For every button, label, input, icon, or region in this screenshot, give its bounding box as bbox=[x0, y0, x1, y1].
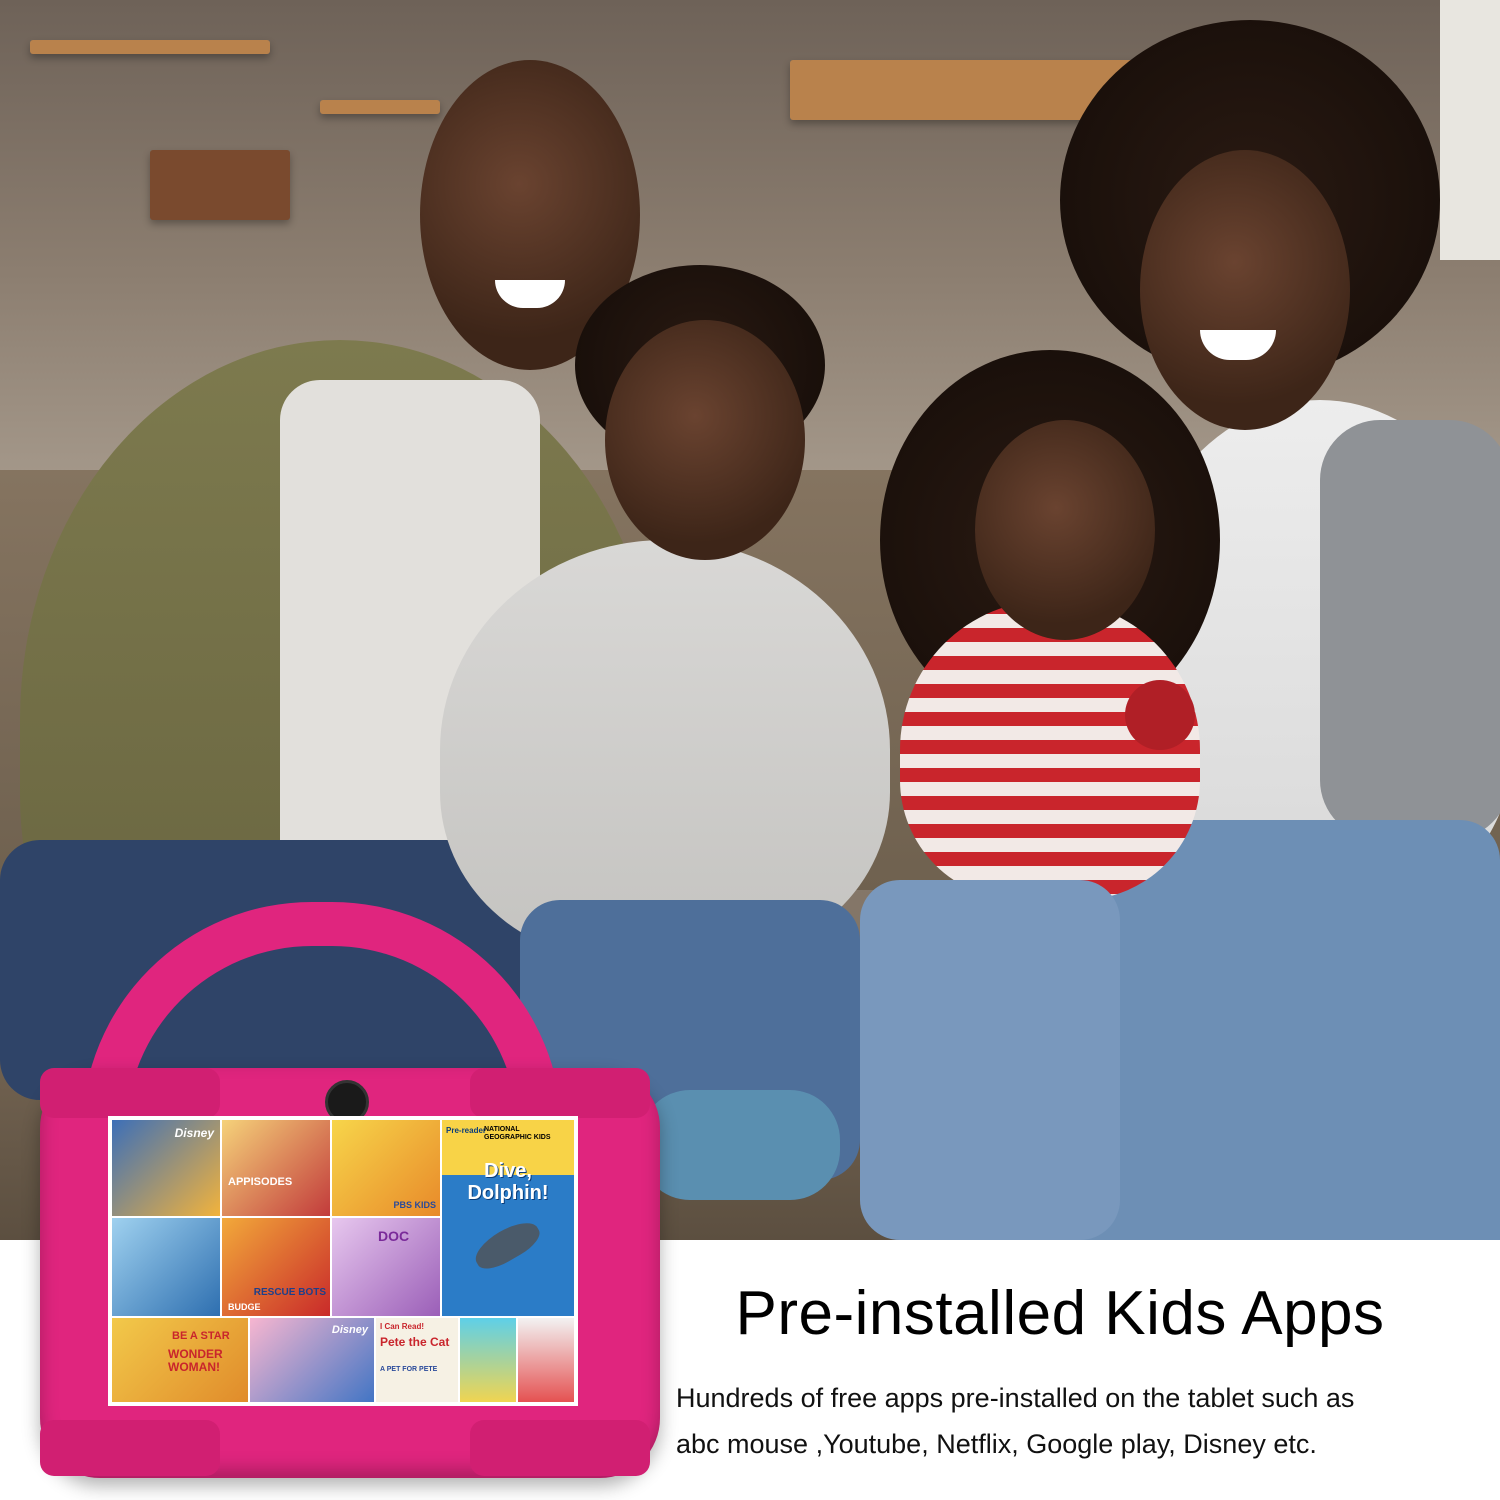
app-tile-rescue-bots[interactable]: BUDGE RESCUE BOTS bbox=[222, 1218, 330, 1316]
app-tile-doc-mcstuffins[interactable]: DOC bbox=[332, 1218, 440, 1316]
disney-logo: Disney bbox=[331, 1324, 368, 1336]
tablet-screen: Disney APPISODES PBS KIDS Pre-reader NAT… bbox=[108, 1116, 578, 1406]
app-tile-wonder-woman[interactable]: BE A STAR WONDER WOMAN! bbox=[112, 1318, 248, 1402]
disney-logo: Disney bbox=[174, 1126, 214, 1140]
mother-sleeve bbox=[1320, 420, 1500, 840]
wall-shelf bbox=[320, 100, 440, 114]
app-tile-dr-panda[interactable] bbox=[518, 1318, 574, 1402]
case-corner-bump bbox=[40, 1420, 220, 1476]
pet-for-pete-label: A PET FOR PETE bbox=[380, 1366, 438, 1373]
budge-label: BUDGE bbox=[228, 1302, 261, 1312]
case-corner-bump bbox=[470, 1420, 650, 1476]
description: Hundreds of free apps pre-installed on t… bbox=[676, 1375, 1476, 1467]
case-corner-bump bbox=[470, 1068, 650, 1118]
app-tile-toy-story[interactable]: Disney bbox=[112, 1120, 220, 1216]
wonder-woman-label: WONDER WOMAN! bbox=[168, 1347, 223, 1374]
app-tile-minnie-stitch[interactable]: Disney bbox=[250, 1318, 374, 1402]
description-line-1: Hundreds of free apps pre-installed on t… bbox=[676, 1383, 1355, 1413]
wall-shelf bbox=[150, 150, 290, 220]
window-light bbox=[1440, 0, 1500, 260]
rescue-bots-label: RESCUE BOTS bbox=[253, 1287, 326, 1298]
boy-head bbox=[605, 320, 805, 560]
i-can-read-label: I Can Read! bbox=[380, 1322, 425, 1331]
doc-label: DOC bbox=[378, 1228, 410, 1244]
dive-dolphin-title: Dive, Dolphin! bbox=[467, 1160, 549, 1204]
dolphin-shape bbox=[469, 1214, 545, 1276]
pete-the-cat-title: Pete the Cat bbox=[380, 1335, 450, 1349]
app-tile-elena[interactable]: APPISODES bbox=[222, 1120, 330, 1216]
girl-jeans bbox=[860, 880, 1120, 1240]
girl-dress bbox=[900, 600, 1200, 900]
app-tile-dive-dolphin[interactable]: Pre-reader NATIONAL GEOGRAPHIC KIDS Dive… bbox=[442, 1120, 574, 1316]
mother-head bbox=[1140, 150, 1350, 430]
description-line-2: abc mouse ,Youtube, Netflix, Google play… bbox=[676, 1429, 1317, 1459]
pbs-kids-logo: PBS KIDS bbox=[393, 1200, 436, 1210]
appisodes-label: APPISODES bbox=[228, 1176, 293, 1188]
app-tile-daniel-tiger[interactable]: PBS KIDS bbox=[332, 1120, 440, 1216]
app-tile-frozen[interactable] bbox=[112, 1218, 220, 1316]
wall-shelf bbox=[30, 40, 270, 54]
headline: Pre-installed Kids Apps bbox=[735, 1279, 1385, 1348]
nat-geo-label: NATIONAL GEOGRAPHIC KIDS bbox=[484, 1126, 551, 1141]
app-tile-pete-the-cat[interactable]: I Can Read! Pete the Cat A PET FOR PETE bbox=[376, 1318, 458, 1402]
be-a-star-label: BE A STAR bbox=[172, 1330, 230, 1342]
girl-flower bbox=[1125, 680, 1195, 750]
boy-body bbox=[440, 540, 890, 960]
boy-sock bbox=[640, 1090, 840, 1200]
pre-reader-badge: Pre-reader bbox=[446, 1126, 487, 1135]
app-tile-baby-shark[interactable] bbox=[460, 1318, 516, 1402]
case-corner-bump bbox=[40, 1068, 220, 1118]
girl-head bbox=[975, 420, 1155, 640]
